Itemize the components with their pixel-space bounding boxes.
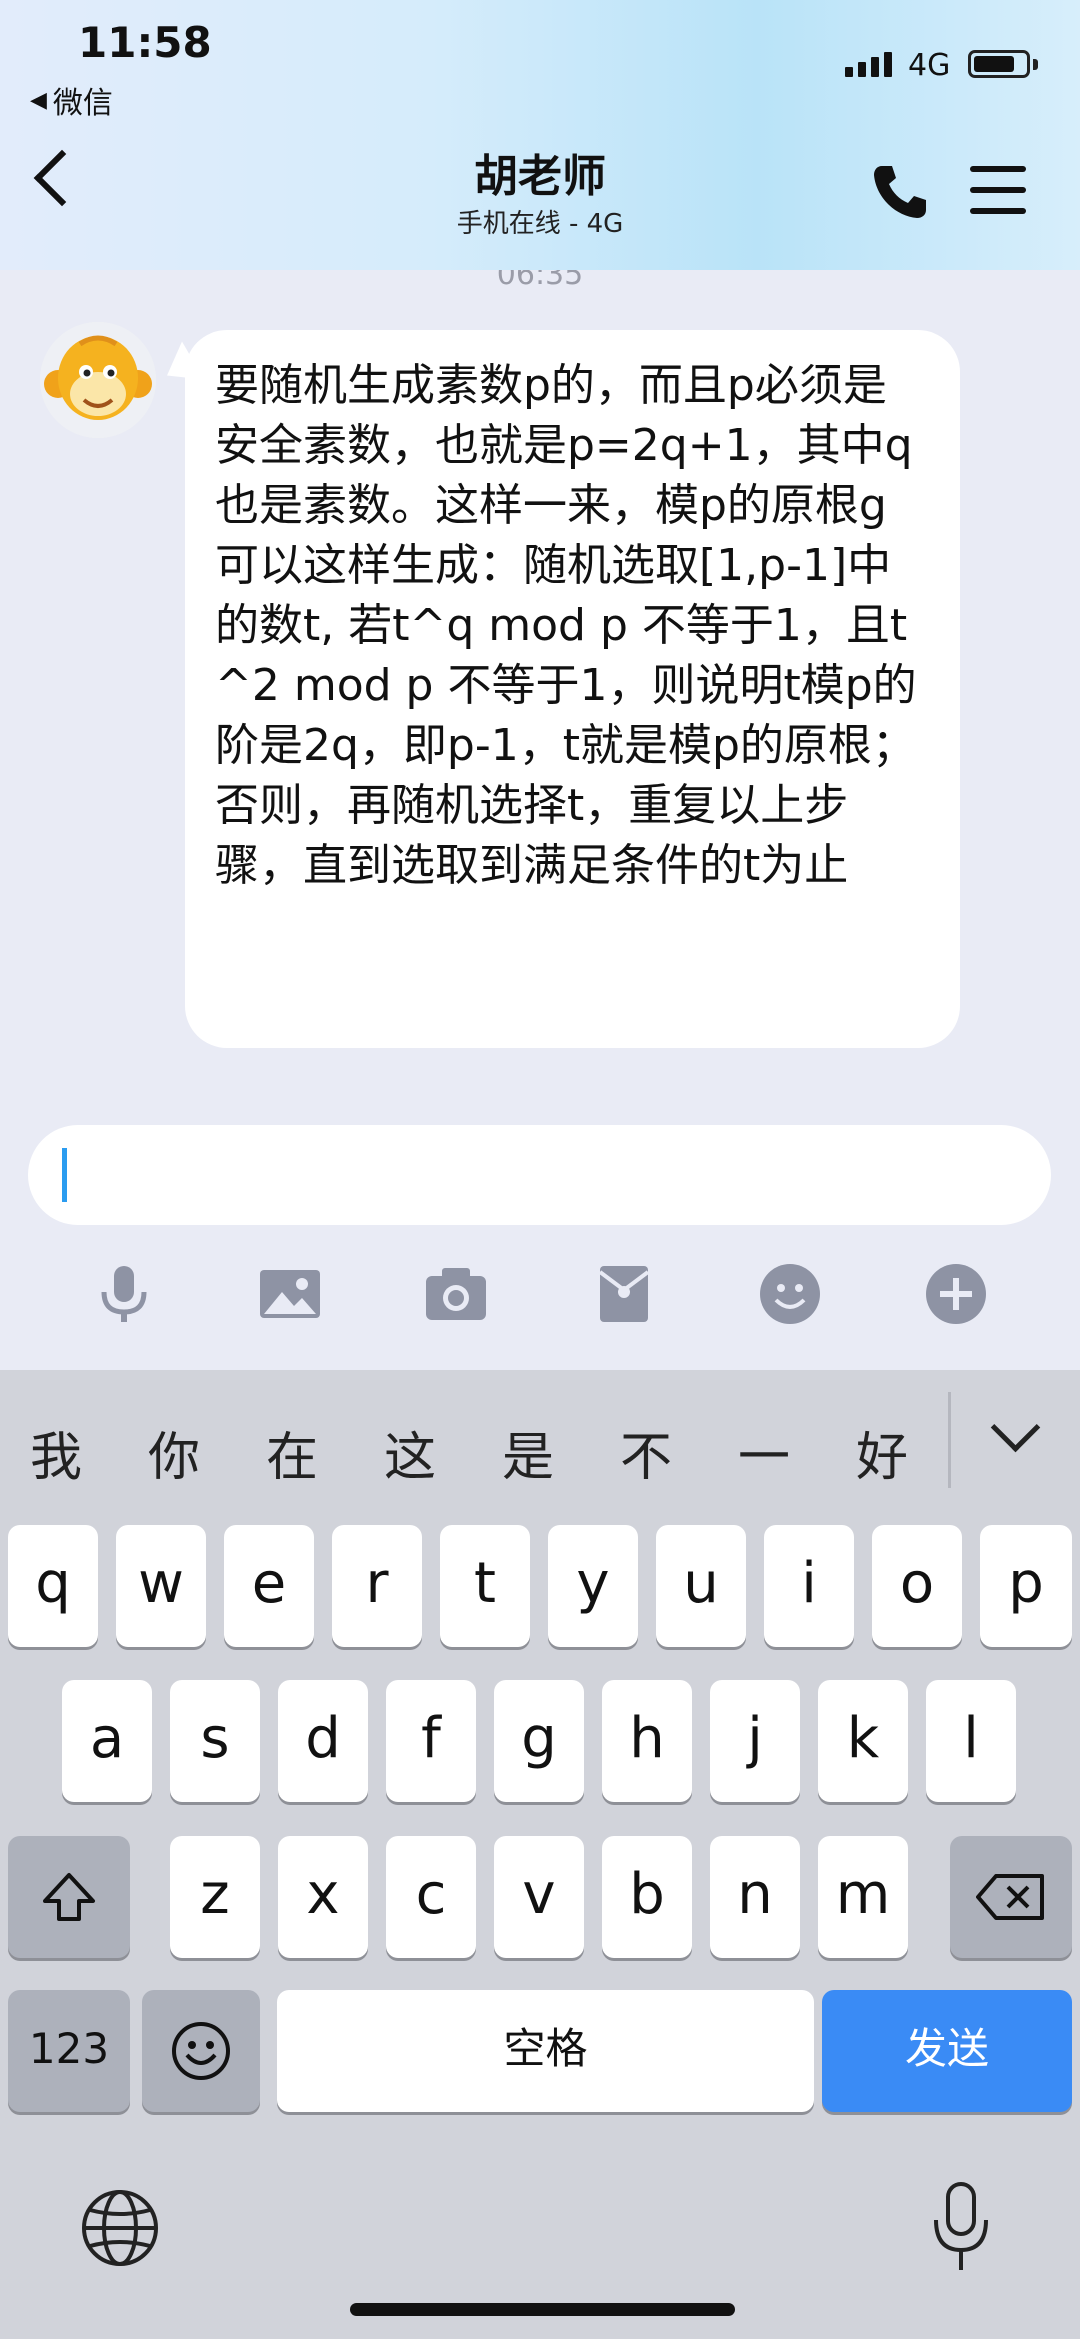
key-u[interactable]: u <box>656 1525 746 1647</box>
key-p[interactable]: p <box>980 1525 1072 1647</box>
key-s[interactable]: s <box>170 1680 260 1802</box>
key-e[interactable]: e <box>224 1525 314 1647</box>
key-w[interactable]: w <box>116 1525 206 1647</box>
plus-icon[interactable] <box>924 1262 988 1326</box>
red-packet-icon[interactable] <box>592 1262 656 1326</box>
numbers-key[interactable]: 123 <box>8 1990 130 2112</box>
monkey-avatar-icon <box>40 322 156 438</box>
battery-tip <box>1033 59 1038 70</box>
candidate-word[interactable]: 一 <box>738 1415 790 1490</box>
back-app-label: 微信 <box>52 86 113 121</box>
candidate-word[interactable]: 不 <box>620 1415 672 1490</box>
message-bubble[interactable]: 要随机生成素数p的，而且p必须是安全素数，也就是p=2q+1，其中q也是素数。这… <box>185 330 960 1048</box>
text-caret <box>62 1148 67 1202</box>
key-h[interactable]: h <box>602 1680 692 1802</box>
candidate-word[interactable]: 在 <box>266 1415 318 1490</box>
candidate-word[interactable]: 这 <box>384 1415 436 1490</box>
shift-key[interactable] <box>8 1836 130 1958</box>
signal-icon <box>845 52 892 77</box>
key-q[interactable]: q <box>8 1525 98 1647</box>
key-a[interactable]: a <box>62 1680 152 1802</box>
key-n[interactable]: n <box>710 1836 800 1958</box>
image-icon[interactable] <box>258 1262 322 1326</box>
network-label: 4G <box>908 48 951 83</box>
camera-icon[interactable] <box>424 1262 488 1326</box>
key-j[interactable]: j <box>710 1680 800 1802</box>
key-f[interactable]: f <box>386 1680 476 1802</box>
dictation-mic-icon[interactable] <box>930 2180 992 2276</box>
back-triangle-icon: ◀ <box>30 87 47 113</box>
key-i[interactable]: i <box>764 1525 854 1647</box>
key-t[interactable]: t <box>440 1525 530 1647</box>
emoji-face-icon <box>172 2022 230 2080</box>
battery-icon <box>968 50 1030 78</box>
backspace-icon <box>976 1874 1044 1920</box>
key-v[interactable]: v <box>494 1836 584 1958</box>
message-text: 要随机生成素数p的，而且p必须是安全素数，也就是p=2q+1，其中q也是素数。这… <box>215 360 917 891</box>
send-key[interactable]: 发送 <box>822 1990 1072 2112</box>
emoji-keyboard-key[interactable] <box>142 1990 260 2112</box>
key-k[interactable]: k <box>818 1680 908 1802</box>
phone-call-icon[interactable] <box>868 160 932 224</box>
key-l[interactable]: l <box>926 1680 1016 1802</box>
shift-arrow-icon <box>43 1873 95 1921</box>
candidate-word[interactable]: 我 <box>30 1415 82 1490</box>
message-input[interactable] <box>28 1125 1051 1225</box>
key-o[interactable]: o <box>872 1525 962 1647</box>
space-key[interactable]: 空格 <box>277 1990 814 2112</box>
backspace-key[interactable] <box>950 1836 1072 1958</box>
status-time: 11:58 <box>78 18 212 67</box>
key-y[interactable]: y <box>548 1525 638 1647</box>
key-z[interactable]: z <box>170 1836 260 1958</box>
candidate-divider <box>948 1392 951 1488</box>
candidate-word[interactable]: 你 <box>148 1415 200 1490</box>
menu-icon[interactable] <box>970 166 1026 214</box>
globe-icon[interactable] <box>80 2188 160 2268</box>
back-to-app-link[interactable]: ◀ 微信 <box>30 78 113 122</box>
avatar[interactable] <box>40 322 156 438</box>
candidate-word[interactable]: 是 <box>502 1415 554 1490</box>
key-x[interactable]: x <box>278 1836 368 1958</box>
mic-icon[interactable] <box>92 1262 156 1326</box>
key-d[interactable]: d <box>278 1680 368 1802</box>
message-timestamp: 06:35 <box>496 270 584 292</box>
candidate-word[interactable]: 好 <box>856 1415 908 1490</box>
emoji-icon[interactable] <box>758 1262 822 1326</box>
key-g[interactable]: g <box>494 1680 584 1802</box>
key-r[interactable]: r <box>332 1525 422 1647</box>
key-m[interactable]: m <box>818 1836 908 1958</box>
home-indicator <box>350 2303 735 2316</box>
key-b[interactable]: b <box>602 1836 692 1958</box>
key-c[interactable]: c <box>386 1836 476 1958</box>
